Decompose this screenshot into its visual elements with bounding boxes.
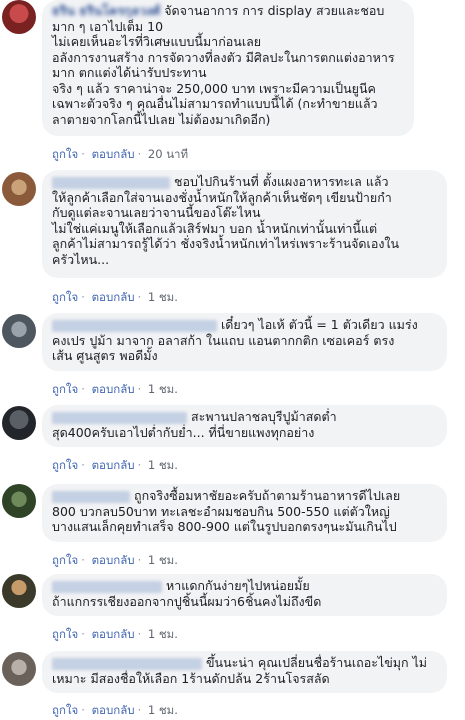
comment-time[interactable]: 1 ชม. [148,458,178,472]
comment-actions: ถูกใจ · ตอบกลับ · 20 นาที [52,147,189,161]
avatar[interactable] [2,172,36,206]
comment-actions: ถูกใจ · ตอบกลับ · 1 ชม. [52,458,178,472]
reply-link[interactable]: ตอบกลับ [92,147,135,161]
avatar[interactable] [2,652,36,686]
comment-time[interactable]: 1 ชม. [148,627,178,641]
comment-author[interactable] [52,580,162,593]
comment-author[interactable] [52,657,202,670]
comment-bubble: เดี๋ยวๆ ไอเห้ ตัวนี้ = 1 ตัวเดียว แมร่ง … [42,313,447,371]
comment-bubble: ขึ้นนะน่า คุณเปลี่ยนชื่อร้านเถอะไข่มุก ไ… [42,651,447,693]
like-link[interactable]: ถูกใจ [52,290,78,304]
comment-actions: ถูกใจ · ตอบกลับ · 1 ชม. [52,627,178,641]
like-link[interactable]: ถูกใจ [52,458,78,472]
comment-actions: ถูกใจ · ตอบกลับ · 1 ชม. [52,382,178,396]
comment-time[interactable]: 1 ชม. [148,703,178,717]
comment-bubble: สะพานปลาชลบุรีปูม้าสดต่ำ สุด400ครับเอาไป… [42,405,447,447]
comment-time[interactable]: 1 ชม. [148,382,178,396]
like-link[interactable]: ถูกใจ [52,553,78,567]
comment-author[interactable] [52,176,170,189]
reply-link[interactable]: ตอบกลับ [92,703,135,717]
avatar[interactable] [2,484,36,518]
avatar[interactable] [2,406,36,440]
avatar[interactable] [2,314,36,348]
avatar[interactable] [2,574,36,608]
comment-text: จัดจานอาการ การ display สวยและชอบ มาก ๆ … [52,3,395,127]
comment-author[interactable] [52,411,187,424]
reply-link[interactable]: ตอบกลับ [92,553,135,567]
comment-actions: ถูกใจ · ตอบกลับ · 1 ชม. [52,290,178,304]
comment-author[interactable] [52,319,217,332]
comment-bubble: ชอบไปกินร้านที่ ตั้งแผงอาหารทะเล แล้ว ให… [42,170,447,278]
reply-link[interactable]: ตอบกลับ [92,627,135,641]
comment-bubble: หาแดกกันง่ายๆไปหน่อยมั้ย ถ้าแกกรรเชียงออ… [42,574,447,616]
like-link[interactable]: ถูกใจ [52,703,78,717]
like-link[interactable]: ถูกใจ [52,382,78,396]
avatar[interactable] [2,0,36,34]
comment-actions: ถูกใจ · ตอบกลับ · 1 ชม. [52,703,178,717]
reply-link[interactable]: ตอบกลับ [92,382,135,396]
reply-link[interactable]: ตอบกลับ [92,290,135,304]
reply-link[interactable]: ตอบกลับ [92,458,135,472]
comment-time[interactable]: 1 ชม. [148,553,178,567]
comment-bubble: ถูกจริงซื้อมหาชัยอะครับถ้าตามร้านอาหารดี… [42,484,447,542]
comment-author[interactable]: ธริน ธรินโครกุลวงศ์ [52,3,160,19]
like-link[interactable]: ถูกใจ [52,147,78,161]
comment-time[interactable]: 1 ชม. [148,290,178,304]
like-link[interactable]: ถูกใจ [52,627,78,641]
comment-bubble: ธริน ธรินโครกุลวงศ์ จัดจานอาการ การ displ… [42,0,414,136]
comment-actions: ถูกใจ · ตอบกลับ · 1 ชม. [52,553,178,567]
comment-author[interactable] [52,490,130,503]
comment-time[interactable]: 20 นาที [148,147,188,161]
